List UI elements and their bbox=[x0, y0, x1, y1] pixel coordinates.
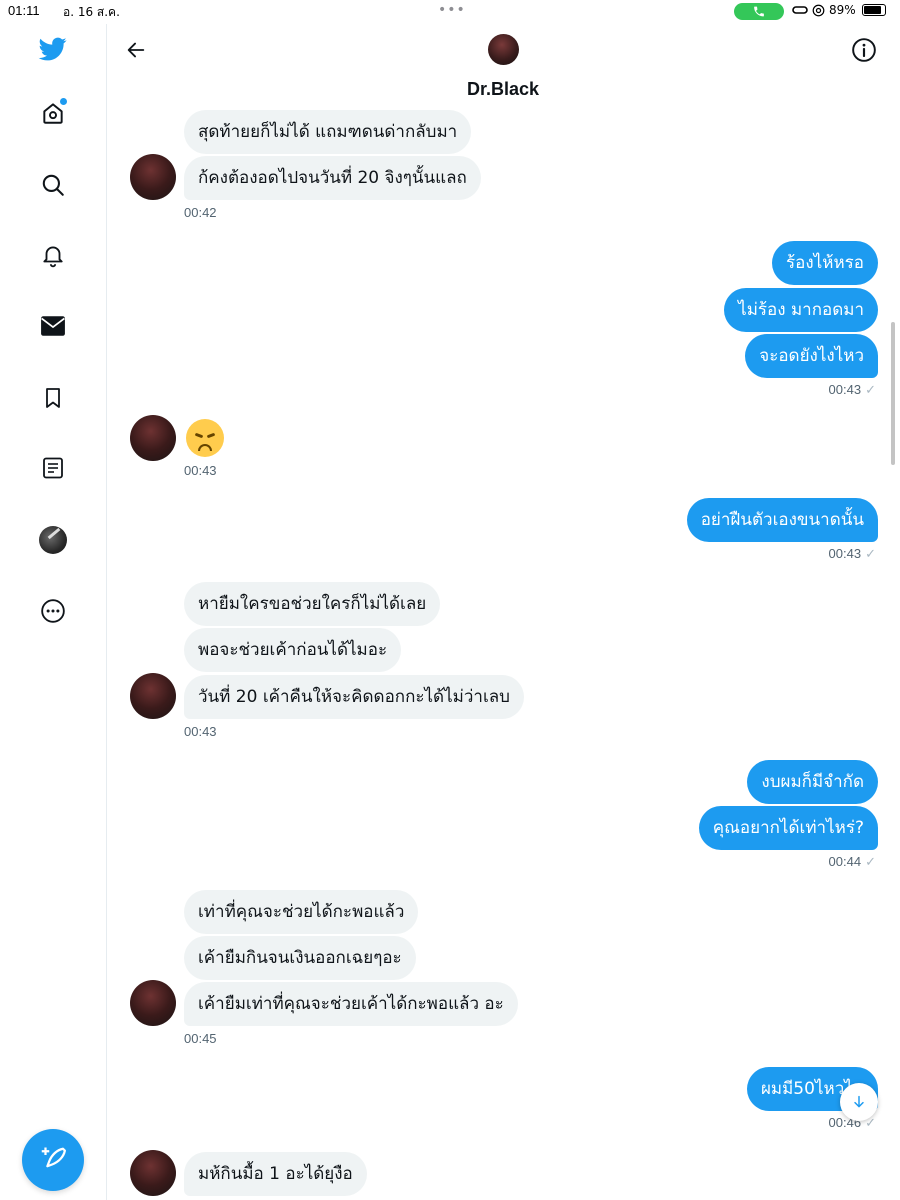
compose-button[interactable] bbox=[22, 1129, 84, 1191]
sender-avatar[interactable] bbox=[130, 154, 176, 200]
profile-icon[interactable] bbox=[36, 523, 70, 557]
sidebar bbox=[0, 24, 107, 1200]
sender-avatar[interactable] bbox=[130, 980, 176, 1026]
message-bubble-outgoing[interactable]: ไม่ร้อง มากอดมา bbox=[724, 288, 878, 332]
status-date: อ. 16 ส.ค. bbox=[63, 5, 120, 19]
back-arrow-icon[interactable] bbox=[122, 36, 150, 64]
timestamp-text: 00:44 bbox=[828, 854, 862, 869]
message-timestamp: 00:42 bbox=[184, 205, 217, 220]
message-timestamp: 00:45 bbox=[184, 1031, 217, 1046]
lists-icon[interactable] bbox=[36, 451, 70, 485]
bookmark-icon[interactable] bbox=[36, 381, 70, 415]
conversation-header: Dr.Black bbox=[108, 24, 900, 104]
battery-percent: 89% bbox=[829, 3, 856, 17]
timestamp-text: 00:43 bbox=[828, 382, 862, 397]
compose-icon bbox=[41, 1147, 66, 1168]
multitasking-dots-icon[interactable]: ••• bbox=[438, 2, 466, 18]
notification-dot bbox=[60, 98, 67, 105]
sent-check-icon: ✓ bbox=[865, 546, 876, 561]
status-bar: 01:11 อ. 16 ส.ค. ••• 89% bbox=[0, 0, 900, 24]
message-bubble-outgoing[interactable]: จะอดยังไงไหว bbox=[745, 334, 878, 378]
message-bubble-outgoing[interactable]: งบผมก็มีจำกัด bbox=[747, 760, 878, 804]
message-bubble-outgoing[interactable]: ร้องไห้หรอ bbox=[772, 241, 878, 285]
message-bubble-incoming[interactable]: สุดท้ายยก็ไม่ได้ แถมฑดนด่ากลับมา bbox=[184, 110, 472, 154]
battery-icon bbox=[861, 4, 886, 16]
emoji-eye bbox=[194, 432, 204, 439]
message-bubble-incoming[interactable]: เค้ายืมกินจนเงินออกเฉยๆอะ bbox=[184, 936, 416, 980]
header-avatar[interactable] bbox=[488, 34, 519, 65]
mail-icon[interactable] bbox=[36, 309, 70, 343]
sender-avatar[interactable] bbox=[130, 1150, 176, 1196]
emoji-eye bbox=[206, 432, 216, 439]
message-timestamp: 00:43 ✓ bbox=[829, 382, 876, 398]
sent-check-icon: ✓ bbox=[865, 854, 876, 869]
message-bubble-incoming[interactable]: วันที่ 20 เค้าคืนให้จะคิดดอกกะได้ไม่ว่าเ… bbox=[184, 675, 524, 719]
message-timestamp: 00:44 ✓ bbox=[829, 854, 876, 870]
message-bubble-incoming[interactable]: เท่าที่คุณจะช่วยได้กะพอแล้ว bbox=[184, 890, 419, 934]
status-right: 89% bbox=[792, 3, 886, 17]
at-sign-icon bbox=[812, 4, 825, 16]
search-icon[interactable] bbox=[36, 168, 70, 202]
message-bubble-outgoing[interactable]: คุณอยากได้เท่าไหร่? bbox=[698, 806, 878, 850]
message-bubble-outgoing[interactable]: อย่าฝืนตัวเองขนาดนั้น bbox=[686, 498, 878, 542]
disappointed-face-emoji-icon[interactable] bbox=[186, 419, 224, 457]
status-time: 01:11 bbox=[8, 3, 40, 18]
profile-avatar bbox=[39, 526, 67, 554]
sender-avatar[interactable] bbox=[130, 415, 176, 461]
battery-fill bbox=[863, 6, 881, 14]
bell-icon[interactable] bbox=[36, 238, 70, 272]
more-icon[interactable] bbox=[36, 594, 70, 628]
timestamp-text: 00:43 bbox=[828, 546, 862, 561]
orientation-lock-icon bbox=[792, 6, 808, 14]
active-call-indicator[interactable] bbox=[734, 3, 784, 20]
message-bubble-incoming[interactable]: หายืมใครขอช่วยใครก็ไม่ได้เลย bbox=[184, 582, 441, 626]
phone-icon bbox=[754, 6, 764, 17]
message-bubble-incoming[interactable]: ก้คงต้องอดไปจนวันที่ 20 จิงๆนั้นแลถ bbox=[184, 156, 481, 200]
scrollbar[interactable] bbox=[891, 322, 895, 465]
home-icon[interactable] bbox=[36, 96, 70, 130]
emoji-mouth bbox=[198, 444, 212, 451]
sender-avatar[interactable] bbox=[130, 673, 176, 719]
message-timestamp: 00:43 bbox=[184, 724, 217, 739]
message-timestamp: 00:43 ✓ bbox=[829, 546, 876, 562]
message-timestamp: 00:43 bbox=[184, 463, 217, 478]
message-bubble-incoming[interactable]: เค้ายืมเท่าที่คุณจะช่วยเค้าได้กะพอแล้ว อ… bbox=[184, 982, 518, 1026]
scroll-to-bottom-button[interactable] bbox=[840, 1083, 878, 1121]
message-bubble-incoming[interactable]: มห้กินมื้อ 1 อะได้ยุงือ bbox=[184, 1152, 367, 1196]
twitter-logo-icon[interactable] bbox=[36, 32, 70, 66]
message-bubble-incoming[interactable]: พอจะช่วยเค้าก่อนได้ไมอะ bbox=[184, 628, 402, 672]
info-icon[interactable] bbox=[850, 36, 878, 64]
conversation-name[interactable]: Dr.Black bbox=[428, 79, 578, 100]
arrow-down-icon bbox=[854, 1095, 864, 1108]
sent-check-icon: ✓ bbox=[865, 382, 876, 397]
